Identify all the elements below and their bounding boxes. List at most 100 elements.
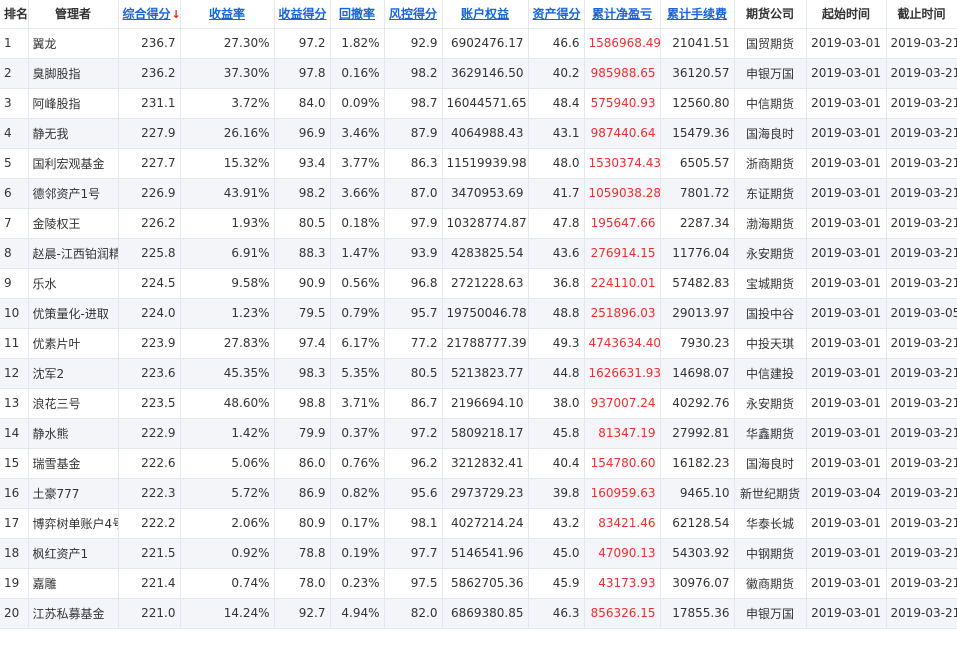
cell-drawdown: 0.56% (330, 268, 385, 299)
cell-futures-company: 华泰长城 (734, 508, 807, 539)
cell-start-date: 2019-03-01 (806, 598, 887, 629)
cell-risk-score: 95.7 (384, 298, 443, 329)
cell-return-rate: 6.91% (180, 238, 275, 269)
cell-return-rate: 14.24% (180, 598, 275, 629)
header-composite-score[interactable]: 综合得分↓ (118, 0, 181, 29)
header-end-date: 截止时间 (886, 0, 957, 29)
cell-futures-company: 东证期货 (734, 178, 807, 209)
cell-return-rate: 45.35% (180, 358, 275, 389)
cell-manager-link[interactable]: 臭脚股指 (28, 58, 119, 89)
cell-equity: 21788777.39 (442, 328, 529, 359)
cell-rank: 19 (0, 568, 29, 599)
header-equity[interactable]: 账户权益 (442, 0, 529, 29)
cell-manager-link[interactable]: 优素片叶 (28, 328, 119, 359)
cell-return-rate: 5.06% (180, 448, 275, 479)
sort-link-composite-score[interactable]: 综合得分 (123, 7, 171, 21)
sort-link-asset-score[interactable]: 资产得分 (533, 7, 581, 21)
cell-rank: 15 (0, 448, 29, 479)
cell-composite-score: 221.5 (118, 538, 181, 569)
cell-start-date: 2019-03-01 (806, 268, 887, 299)
cell-manager-link[interactable]: 枫红资产1 (28, 538, 119, 569)
sort-link-drawdown[interactable]: 回撤率 (339, 7, 375, 21)
cell-manager-link[interactable]: 国利宏观基金 (28, 148, 119, 179)
cell-net-pnl: 224110.01 (584, 268, 661, 299)
cell-manager-link[interactable]: 优策量化-进取 (28, 298, 119, 329)
cell-manager-link[interactable]: 赵晨-江西铂润精 (28, 238, 119, 269)
sort-link-return-score[interactable]: 收益得分 (279, 7, 327, 21)
cell-manager-link[interactable]: 沈军2 (28, 358, 119, 389)
cell-futures-company: 中投天琪 (734, 328, 807, 359)
cell-manager-link[interactable]: 瑞雪基金 (28, 448, 119, 479)
cell-end-date: 2019-03-21 (886, 508, 957, 539)
cell-manager-link[interactable]: 静无我 (28, 118, 119, 149)
cell-asset-score: 45.0 (528, 538, 585, 569)
cell-manager-link[interactable]: 乐水 (28, 268, 119, 299)
cell-rank: 1 (0, 28, 29, 59)
cell-rank: 7 (0, 208, 29, 239)
header-risk-score[interactable]: 风控得分 (384, 0, 443, 29)
sort-link-risk-score[interactable]: 风控得分 (389, 7, 437, 21)
cell-equity: 3470953.69 (442, 178, 529, 209)
table-row: 3 阿峰股指 231.1 3.72% 84.0 0.09% 98.7 16044571.65 4… (0, 88, 957, 119)
cell-composite-score: 227.7 (118, 148, 181, 179)
cell-rank: 5 (0, 148, 29, 179)
cell-return-rate: 0.92% (180, 538, 275, 569)
cell-manager-link[interactable]: 德邻资产1号 (28, 178, 119, 209)
cell-composite-score: 222.3 (118, 478, 181, 509)
header-rank: 排名 (0, 0, 29, 29)
cell-start-date: 2019-03-01 (806, 88, 887, 119)
cell-return-score: 98.3 (274, 358, 331, 389)
cell-return-rate: 1.23% (180, 298, 275, 329)
cell-end-date: 2019-03-21 (886, 118, 957, 149)
cell-manager-link[interactable]: 江苏私募基金 (28, 598, 119, 629)
cell-manager-link[interactable]: 金陵权王 (28, 208, 119, 239)
cell-equity: 4064988.43 (442, 118, 529, 149)
sort-link-return-rate[interactable]: 收益率 (209, 7, 245, 21)
cell-manager-link[interactable]: 博弈树单账户4号 (28, 508, 119, 539)
cell-drawdown: 3.77% (330, 148, 385, 179)
cell-futures-company: 永安期货 (734, 388, 807, 419)
cell-drawdown: 3.46% (330, 118, 385, 149)
table-row: 8 赵晨-江西铂润精 225.8 6.91% 88.3 1.47% 93.9 4283825.… (0, 238, 957, 269)
header-return-score[interactable]: 收益得分 (274, 0, 331, 29)
cell-drawdown: 3.66% (330, 178, 385, 209)
cell-end-date: 2019-03-21 (886, 238, 957, 269)
cell-composite-score: 224.5 (118, 268, 181, 299)
cell-rank: 12 (0, 358, 29, 389)
cell-composite-score: 221.0 (118, 598, 181, 629)
header-fees[interactable]: 累计手续费 (660, 0, 735, 29)
cell-manager-link[interactable]: 静水熊 (28, 418, 119, 449)
cell-futures-company: 浙商期货 (734, 148, 807, 179)
header-drawdown[interactable]: 回撤率 (330, 0, 385, 29)
cell-net-pnl: 195647.66 (584, 208, 661, 239)
table-row: 11 优素片叶 223.9 27.83% 97.4 6.17% 77.2 21788777.3… (0, 328, 957, 359)
cell-asset-score: 43.6 (528, 238, 585, 269)
cell-composite-score: 222.9 (118, 418, 181, 449)
cell-return-score: 96.9 (274, 118, 331, 149)
cell-return-score: 97.2 (274, 28, 331, 59)
cell-manager-link[interactable]: 土豪777 (28, 478, 119, 509)
cell-rank: 20 (0, 598, 29, 629)
header-net-pnl[interactable]: 累计净盈亏 (584, 0, 661, 29)
cell-manager-link[interactable]: 浪花三号 (28, 388, 119, 419)
cell-composite-score: 227.9 (118, 118, 181, 149)
sort-link-net-pnl[interactable]: 累计净盈亏 (592, 7, 652, 21)
cell-manager-link[interactable]: 阿峰股指 (28, 88, 119, 119)
cell-end-date: 2019-03-21 (886, 268, 957, 299)
cell-equity: 11519939.98 (442, 148, 529, 179)
sort-link-fees[interactable]: 累计手续费 (667, 7, 727, 21)
sort-link-equity[interactable]: 账户权益 (461, 7, 509, 21)
ranking-table-body: 1 翼龙 236.7 27.30% 97.2 1.82% 92.9 6902476.17 46.… (0, 28, 957, 629)
header-futures-company: 期货公司 (734, 0, 807, 29)
cell-manager-link[interactable]: 嘉雕 (28, 568, 119, 599)
header-return-rate[interactable]: 收益率 (180, 0, 275, 29)
header-asset-score[interactable]: 资产得分 (528, 0, 585, 29)
cell-asset-score: 48.8 (528, 298, 585, 329)
table-row: 6 德邻资产1号 226.9 43.91% 98.2 3.66% 87.0 3470953.6… (0, 178, 957, 209)
cell-futures-company: 中信建投 (734, 358, 807, 389)
cell-asset-score: 40.2 (528, 58, 585, 89)
cell-manager-link[interactable]: 翼龙 (28, 28, 119, 59)
cell-drawdown: 0.19% (330, 538, 385, 569)
cell-end-date: 2019-03-21 (886, 208, 957, 239)
cell-fees: 11776.04 (660, 238, 735, 269)
